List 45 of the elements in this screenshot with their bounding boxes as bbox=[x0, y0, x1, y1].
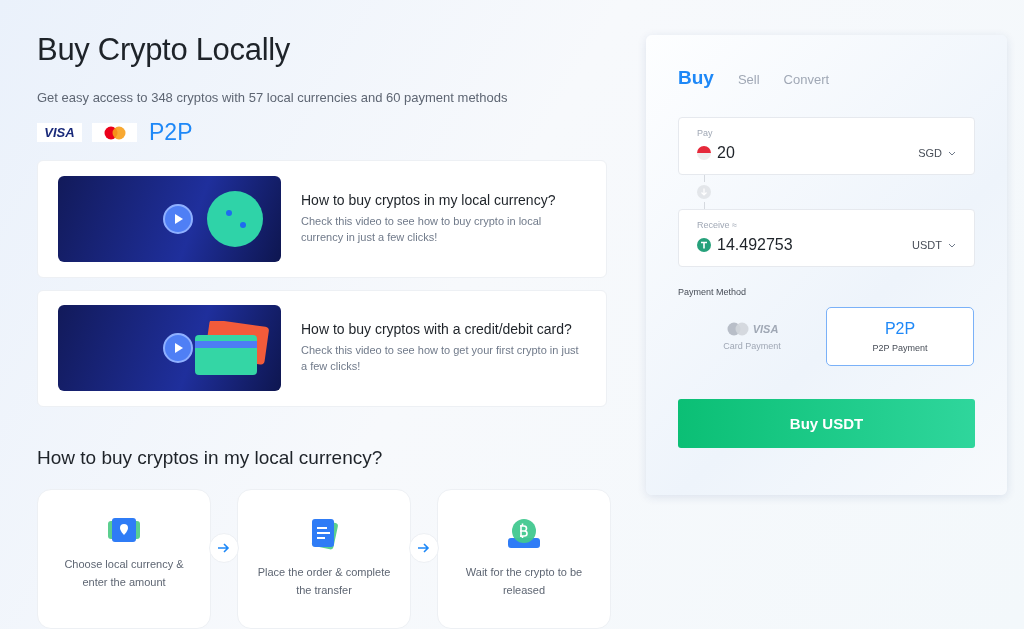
step-label: Place the order & complete the transfer bbox=[256, 565, 392, 598]
pay-amount: 20 bbox=[717, 144, 736, 162]
field-label: Pay bbox=[697, 128, 714, 138]
payment-option-label: P2P Payment bbox=[872, 343, 928, 353]
page-title: Buy Crypto Locally bbox=[37, 32, 292, 68]
p2p-logo: P2P bbox=[884, 320, 916, 338]
globe-drawing bbox=[205, 188, 265, 249]
chevron-down-icon bbox=[948, 150, 956, 156]
p2p-logo: P2P bbox=[149, 119, 193, 146]
video-description: Check this video to see how to get your first crypto in just a few clicks! bbox=[301, 343, 580, 375]
arrow-down-icon bbox=[697, 185, 711, 199]
video-title: How to buy cryptos in my local currency? bbox=[301, 191, 557, 208]
payment-method-label: Payment Method bbox=[678, 287, 748, 297]
currency-select[interactable]: USDT bbox=[912, 239, 956, 251]
flag-icon bbox=[697, 146, 711, 160]
video-description: Check this video to see how to buy crypto in local currency in just a few clicks! bbox=[301, 213, 543, 245]
card-network-icon bbox=[725, 322, 750, 336]
card-network-icon bbox=[102, 125, 127, 140]
arrow-right-icon bbox=[218, 543, 230, 553]
video-card[interactable]: How to buy cryptos with a credit/debit card? Check this video to see how to get your first crypto in just a few clicks! bbox=[37, 289, 607, 407]
section-title: How to buy cryptos in my local currency? bbox=[37, 447, 384, 469]
receive-field[interactable]: Receive ≈ 14.492753 USDT bbox=[678, 209, 975, 267]
play-icon[interactable] bbox=[162, 203, 193, 234]
payment-option[interactable]: P2P P2P Payment bbox=[826, 307, 974, 366]
payment-option-label: Card Payment bbox=[723, 341, 781, 351]
receive-amount: 14.492753 bbox=[717, 236, 794, 254]
bitcoin-coin-icon bbox=[507, 518, 541, 550]
video-thumbnail[interactable] bbox=[58, 175, 281, 262]
chevron-down-icon bbox=[948, 242, 956, 248]
pay-field[interactable]: Pay 20 SGD bbox=[678, 117, 975, 175]
video-card[interactable]: How to buy cryptos in my local currency? Check this video to see how to buy crypto in local currency in just a few clicks! bbox=[37, 160, 607, 278]
step-label: Choose local currency & enter the amount bbox=[63, 557, 185, 590]
page-subtitle: Get easy access to 348 cryptos with 57 local currencies and 60 payment methods bbox=[37, 90, 509, 105]
video-title: How to buy cryptos with a credit/debit card? bbox=[301, 321, 573, 338]
video-thumbnail[interactable] bbox=[58, 305, 281, 392]
field-label: Receive ≈ bbox=[697, 220, 738, 230]
map-pin-card-icon bbox=[108, 518, 140, 542]
coin-icon bbox=[697, 238, 711, 252]
step-label: Wait for the crypto to be released bbox=[464, 565, 584, 598]
document-icon bbox=[309, 518, 339, 550]
visa-logo: VISA bbox=[752, 323, 779, 335]
visa-logo: VISA bbox=[37, 123, 82, 142]
play-icon[interactable] bbox=[162, 333, 193, 364]
currency-select[interactable]: SGD bbox=[918, 147, 956, 159]
arrow-right-icon bbox=[418, 543, 430, 553]
